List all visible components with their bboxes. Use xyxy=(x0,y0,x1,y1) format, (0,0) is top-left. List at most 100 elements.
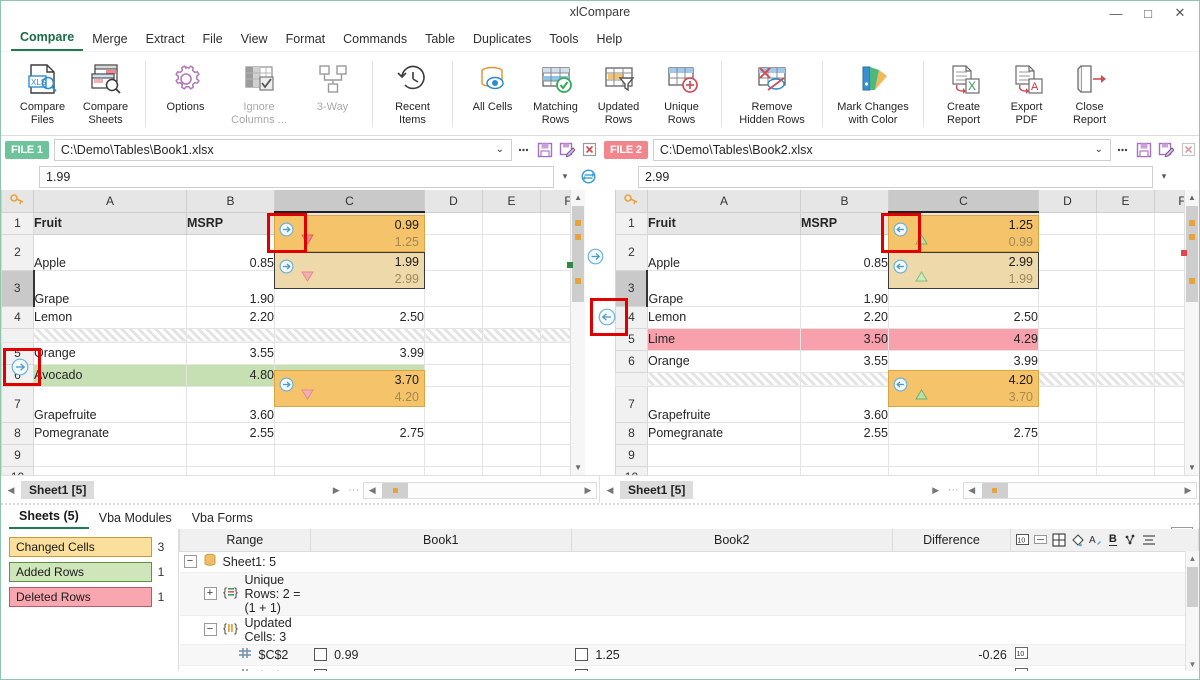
right-cell-d6[interactable] xyxy=(1037,349,1097,373)
right-row-header[interactable]: 4 xyxy=(614,305,648,329)
left-cell-a3[interactable]: Grape xyxy=(32,269,187,307)
tab-next-icon[interactable]: ▶ xyxy=(328,485,344,496)
left-cell-b3[interactable]: 1.90 xyxy=(186,269,275,307)
tree-row-unique-rows[interactable]: + {} Unique Rows: 2 = (1 + 1) xyxy=(179,572,1199,616)
tree-book1-cell[interactable]: 1.99 xyxy=(310,665,572,671)
scroll-up-icon[interactable]: ▲ xyxy=(1186,551,1199,565)
left-cell-d5[interactable] xyxy=(424,341,483,365)
left-cell-d2[interactable] xyxy=(424,233,483,271)
legend-label-added-rows[interactable]: Added Rows xyxy=(9,562,152,582)
left-cell-d1[interactable] xyxy=(424,211,483,235)
file1-path-input[interactable]: C:\Demo\Tables\Book1.xlsx ⌄ xyxy=(53,138,512,161)
tree-col-book2[interactable]: Book2 xyxy=(570,529,893,552)
left-row-header[interactable]: 4 xyxy=(1,305,34,329)
menu-item-tools[interactable]: Tools xyxy=(540,30,587,51)
tree-node-label-cell[interactable]: − {} Updated Cells: 3 xyxy=(179,615,311,645)
left-cell-e8[interactable] xyxy=(482,421,541,445)
scroll-down-icon[interactable]: ▼ xyxy=(1186,657,1199,671)
right-diff-cell-c2[interactable]: 1.25 0.99 xyxy=(887,215,1039,252)
expand-expander-icon[interactable]: + xyxy=(203,587,217,600)
maximize-icon[interactable]: □ xyxy=(1133,3,1163,23)
left-cell-b7[interactable]: 3.60 xyxy=(186,385,275,423)
hscroll-left-icon[interactable]: ◀ xyxy=(964,485,980,496)
file2-close-icon[interactable] xyxy=(1177,139,1199,161)
left-col-header-b[interactable]: B xyxy=(186,190,275,213)
menu-item-help[interactable]: Help xyxy=(588,30,632,51)
table-row[interactable]: 4 Lemon 2.20 2.50 xyxy=(1,305,586,329)
minimize-icon[interactable]: — xyxy=(1101,3,1131,23)
file2-browse-button[interactable] xyxy=(1111,139,1133,161)
ribbon-button-all-cells[interactable]: All Cells xyxy=(461,55,524,135)
transfer-left-icon[interactable] xyxy=(893,222,908,240)
ribbon-button-remove-hidden-rows[interactable]: Remove Hidden Rows xyxy=(730,55,814,135)
right-col-header-d[interactable]: D xyxy=(1037,190,1097,213)
left-cell-b8[interactable]: 2.55 xyxy=(186,421,275,445)
file2-save-icon[interactable] xyxy=(1133,139,1155,161)
tab-overflow-icon[interactable]: ··· xyxy=(944,484,963,496)
right-cell-a2[interactable]: Apple xyxy=(646,233,801,271)
right-cell-e2[interactable] xyxy=(1095,233,1155,271)
left-col-header-c[interactable]: C xyxy=(274,190,425,213)
scroll-up-icon[interactable]: ▲ xyxy=(1185,190,1199,205)
right-cell-c9[interactable] xyxy=(887,443,1039,467)
left-col-header-a[interactable]: A xyxy=(33,190,187,213)
tree-col-difference[interactable]: Difference xyxy=(891,529,1012,552)
scroll-up-icon[interactable]: ▲ xyxy=(571,190,585,205)
tree-node-label-cell[interactable]: $C$3 xyxy=(179,665,311,671)
tab-vba-forms[interactable]: Vba Forms xyxy=(182,508,263,529)
right-cell-d1[interactable] xyxy=(1037,211,1097,235)
tree-row-updated-cells[interactable]: − {} Updated Cells: 3 xyxy=(179,615,1199,645)
menu-item-format[interactable]: Format xyxy=(277,30,335,51)
left-diff-cell-c2[interactable]: 0.99 1.25 xyxy=(274,215,425,252)
left-cell-d4[interactable] xyxy=(424,305,483,329)
menu-item-table[interactable]: Table xyxy=(416,30,464,51)
ribbon-button-recent-items[interactable]: Recent Items xyxy=(381,55,444,135)
ribbon-button-export-pdf[interactable]: A Export PDF xyxy=(995,55,1058,135)
menu-item-compare[interactable]: Compare xyxy=(11,28,84,51)
right-cell-a1[interactable]: Fruit xyxy=(646,211,801,235)
book2-checkbox[interactable] xyxy=(575,647,589,661)
legend-label-deleted-rows[interactable]: Deleted Rows xyxy=(9,587,152,607)
right-row-header[interactable]: 6 xyxy=(614,349,648,373)
left-cell-d8[interactable] xyxy=(424,421,483,445)
table-row[interactable]: 10 xyxy=(1,465,586,475)
right-row-header[interactable]: 7 xyxy=(614,385,648,423)
right-cell-e1[interactable] xyxy=(1095,211,1155,235)
file2-formula-expand-icon[interactable]: ▾ xyxy=(1153,171,1175,182)
transfer-right-icon[interactable] xyxy=(279,222,294,240)
left-cell-c8[interactable]: 2.75 xyxy=(274,421,425,445)
tree-row-cell-c2[interactable]: $C$2 0.99 1.25 -0.26 10 xyxy=(179,644,1199,666)
ribbon-button-3-way[interactable]: 3-Way xyxy=(301,55,364,135)
tree-node-label-cell[interactable]: − Sheet1: 5 xyxy=(179,551,311,573)
transfer-right-icon[interactable] xyxy=(279,377,294,395)
right-col-header-e[interactable]: E xyxy=(1095,190,1155,213)
right-cell-c10[interactable] xyxy=(887,465,1039,475)
left-row-header[interactable]: 8 xyxy=(1,421,34,445)
right-cell-a7[interactable]: Grapefruite xyxy=(646,385,801,423)
right-col-header-c[interactable]: C xyxy=(887,190,1039,213)
transfer-right-icon[interactable] xyxy=(279,259,294,277)
left-row-header[interactable]: 2 xyxy=(1,233,34,271)
file1-hscroll-thumb[interactable] xyxy=(382,482,409,498)
left-cell-b5[interactable]: 3.55 xyxy=(186,341,275,365)
right-cell-e6[interactable] xyxy=(1095,349,1155,373)
tree-col-range[interactable]: Range xyxy=(179,529,311,552)
scroll-down-icon[interactable]: ▼ xyxy=(571,460,585,475)
tab-prev-icon[interactable]: ◀ xyxy=(3,485,19,496)
ribbon-button-matching-rows[interactable]: Matching Rows xyxy=(524,55,587,135)
left-cell-a7[interactable]: Grapefruite xyxy=(33,385,187,423)
tab-sheets[interactable]: Sheets (5) xyxy=(9,506,89,529)
book2-checkbox[interactable] xyxy=(575,668,589,671)
ribbon-button-ignore-columns[interactable]: Ignore Columns ... xyxy=(217,55,301,135)
bold-icon[interactable]: B xyxy=(1105,532,1120,547)
tree-book2-cell[interactable]: 1.25 xyxy=(571,644,893,666)
right-cell-d7[interactable] xyxy=(1037,385,1097,423)
ribbon-button-create-report[interactable]: X Create Report xyxy=(932,55,995,135)
table-row[interactable]: 9 xyxy=(614,443,1200,467)
right-cell-e3[interactable] xyxy=(1095,269,1155,307)
table-row[interactable]: 4 Lemon 2.20 2.50 xyxy=(614,305,1200,329)
left-col-header-d[interactable]: D xyxy=(424,190,483,213)
right-cell-b9[interactable] xyxy=(799,443,889,467)
right-grid-pane[interactable]: A B C D E F 1 Fruit MSRP Retail Price xyxy=(614,190,1200,475)
left-cell-c4[interactable]: 2.50 xyxy=(274,305,425,329)
